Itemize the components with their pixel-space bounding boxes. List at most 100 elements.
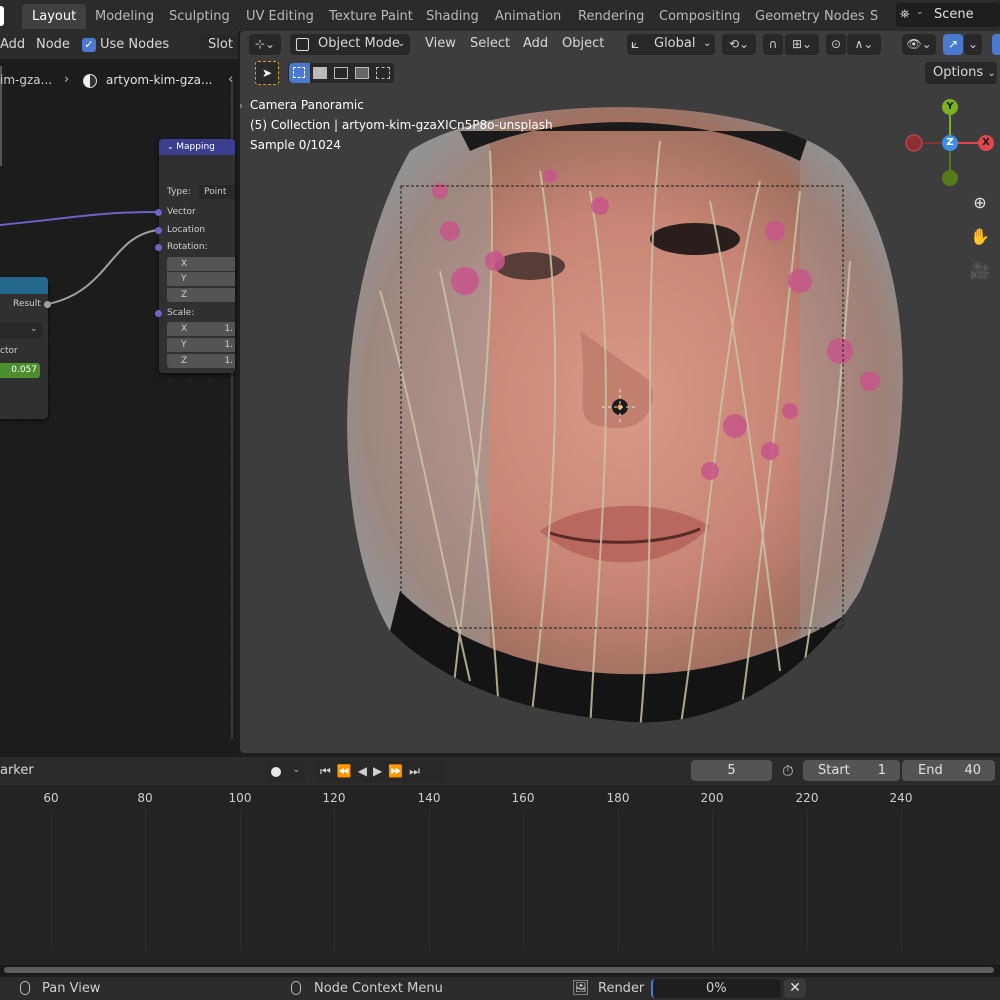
playback-controls[interactable]: ⏮⏪◀▶⏩⏭ (316, 761, 447, 782)
visibility-icon[interactable]: 👁⌄ (902, 34, 936, 55)
scale-input-socket[interactable] (155, 310, 162, 317)
tab-sculpting[interactable]: Sculpting (159, 4, 240, 29)
select-intersect-icon[interactable] (376, 67, 390, 79)
current-frame-field[interactable]: 5 (691, 760, 772, 781)
tab-layout[interactable]: Layout (22, 4, 87, 29)
tab-animation[interactable]: Animation (485, 4, 571, 29)
chevron-down-icon: ⌄ (703, 38, 712, 49)
gizmo-toggle-icon[interactable]: ↗ (943, 34, 963, 55)
tab-texture-paint[interactable]: Texture Paint (319, 4, 423, 29)
end-frame-field[interactable]: End 40 (902, 760, 995, 781)
menu-marker[interactable]: arker (0, 763, 34, 778)
stopwatch-icon[interactable]: ⏱ (782, 762, 794, 780)
render-icon: 🖼 (572, 980, 590, 996)
mouse-middle-icon (20, 981, 30, 995)
proportional-editing-icon[interactable]: ⊙ (826, 34, 846, 55)
select-subtract-icon[interactable] (334, 67, 348, 79)
checkbox-icon[interactable]: ✓ (82, 38, 96, 52)
editor-type-icon[interactable]: ⊹⌄ (249, 34, 281, 55)
start-label: Start (818, 763, 850, 778)
gizmo-x-axis[interactable]: X (978, 135, 994, 151)
select-extend-icon[interactable] (313, 67, 327, 79)
tab-uv-editing[interactable]: UV Editing (236, 4, 324, 29)
tab-rendering[interactable]: Rendering (568, 4, 654, 29)
frame-gridline (618, 810, 619, 950)
value-slider[interactable]: 0.057 (0, 363, 40, 378)
menu-node[interactable]: Node (36, 31, 70, 59)
vector-input-label: Vector (167, 207, 196, 217)
gizmo-y-axis[interactable]: Y (942, 99, 958, 115)
frame-tick-label: 220 (795, 791, 819, 805)
chevron-down-icon: ⌄ (397, 38, 406, 49)
viewport-collection-info: (5) Collection | artyom-kim-gzaXICn5P8o-… (250, 118, 553, 132)
pivot-point-icon[interactable]: ⟲⌄ (722, 34, 756, 55)
menu-select[interactable]: Select (470, 31, 510, 57)
options-dropdown[interactable]: Options ⌄ (925, 62, 997, 84)
snap-target-icon[interactable]: ⊞⌄ (785, 34, 819, 55)
status-pan-view: Pan View (42, 981, 101, 996)
breadcrumb: im-gza... › artyom-kim-gza... ‹ (0, 66, 238, 96)
menu-view[interactable]: View (425, 31, 456, 57)
chevron-down-icon: ⌄ (30, 324, 38, 334)
tab-shading[interactable]: Shading (416, 4, 489, 29)
chevron-down-icon: ⌄ (916, 7, 924, 17)
collapse-chevron-icon[interactable]: ⌄ (167, 142, 176, 151)
status-node-context-menu: Node Context Menu (314, 981, 443, 996)
record-icon[interactable] (271, 767, 281, 777)
pan-hand-icon[interactable]: ✋ (967, 224, 993, 250)
timeline[interactable]: 60 80 100 120 140 160 180 200 220 240 (0, 785, 1000, 965)
scale-y-field[interactable]: Y 1. (167, 338, 235, 352)
zoom-icon[interactable]: ⊕ (967, 190, 993, 216)
tab-compositing[interactable]: Compositing (649, 4, 751, 29)
scale-input-label: Scale: (167, 308, 195, 318)
use-nodes-label[interactable]: Use Nodes (100, 31, 169, 59)
cancel-render-icon[interactable]: ✕ (784, 979, 806, 998)
scene-name[interactable]: Scene (934, 3, 974, 27)
timeline-scrollbar-thumb[interactable] (4, 967, 994, 973)
overlay-toggle-icon[interactable] (992, 34, 1000, 55)
frame-tick-label: 100 (228, 791, 252, 805)
result-output-socket[interactable] (44, 301, 51, 308)
frame-tick-label: 140 (417, 791, 441, 805)
tab-modeling[interactable]: Modeling (85, 4, 164, 29)
toolbar-expand-icon[interactable]: › (239, 101, 243, 112)
menu-add[interactable]: Add (0, 31, 25, 59)
chevron-down-icon[interactable]: ⌄ (964, 34, 982, 55)
select-tool-icon[interactable]: ➤ (255, 61, 279, 85)
gizmo-z-axis[interactable]: Z (942, 135, 958, 151)
result-output-label: Result (13, 299, 41, 309)
3d-viewport[interactable] (240, 31, 1000, 753)
snap-icon[interactable]: ∩ (763, 34, 783, 55)
scale-x-field[interactable]: X 1. (167, 322, 235, 336)
menu-object[interactable]: Object (562, 31, 604, 57)
left-node-header[interactable] (0, 277, 48, 294)
chevron-left-icon[interactable]: ‹ (228, 72, 233, 87)
rotation-y-field[interactable]: Y (167, 272, 235, 286)
render-progress-text: 0% (706, 981, 727, 996)
breadcrumb-material: artyom-kim-gza... (106, 73, 213, 87)
rotation-z-field[interactable]: Z (167, 288, 235, 302)
scale-z-field[interactable]: Z 1. (167, 354, 235, 368)
start-frame-field[interactable]: Start 1 (803, 760, 900, 781)
location-input-socket[interactable] (155, 227, 162, 234)
frame-tick-label: 120 (322, 791, 346, 805)
breadcrumb-object: im-gza... (0, 73, 53, 87)
location-input-label: Location (167, 225, 206, 235)
rotation-x-field[interactable]: X (167, 257, 235, 271)
status-bar: Pan View Node Context Menu 🖼 Render 0% ✕ (0, 977, 1000, 1000)
viewport-sample-info: Sample 0/1024 (250, 138, 342, 152)
frame-gridline (240, 810, 241, 950)
falloff-icon[interactable]: ∧⌄ (847, 34, 881, 55)
select-invert-icon[interactable] (355, 67, 369, 79)
vector-input-socket[interactable] (155, 209, 162, 216)
tab-overflow[interactable]: S (866, 4, 882, 29)
chevron-down-icon[interactable]: ⌄ (292, 764, 300, 775)
camera-view-icon[interactable]: 🎥 (967, 258, 993, 284)
viewport-header: ⊹⌄ Object Mode ⌄ View Select Add Object … (240, 31, 1000, 57)
menu-add[interactable]: Add (523, 31, 548, 57)
tab-geometry-nodes[interactable]: Geometry Nodes (745, 4, 875, 29)
mapping-node-header[interactable]: ⌄ Mapping (159, 139, 235, 155)
rotation-input-socket[interactable] (155, 244, 162, 251)
mapping-type-dropdown[interactable]: Point (198, 185, 235, 199)
select-new-icon[interactable] (289, 63, 310, 83)
